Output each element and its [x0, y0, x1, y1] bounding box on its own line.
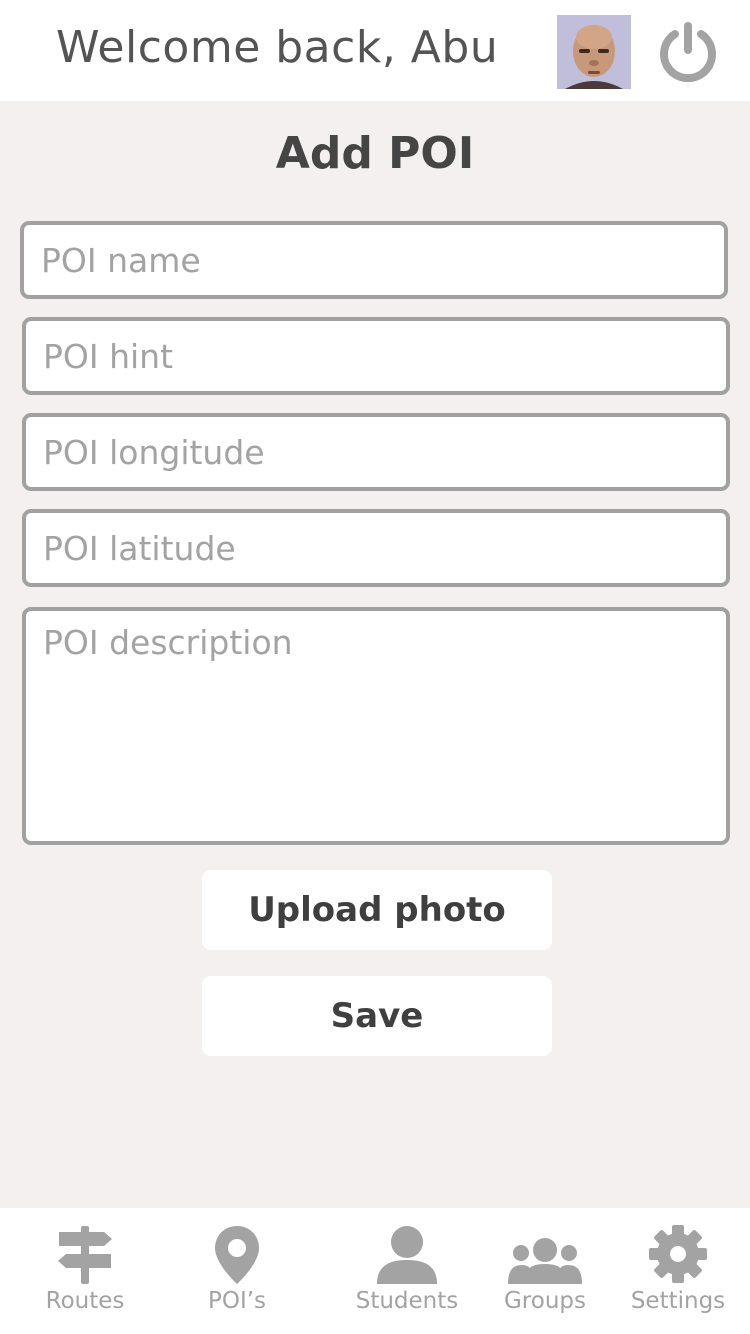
nav-label-routes: Routes — [45, 1288, 125, 1314]
group-icon — [507, 1238, 583, 1288]
nav-item-groups[interactable]: Groups — [490, 1208, 600, 1334]
page-title: Add POI — [275, 128, 475, 179]
welcome-message: Welcome back, Abu — [56, 22, 499, 73]
upload-photo-button[interactable]: Upload photo — [202, 870, 552, 950]
nav-item-pois[interactable]: POI’s — [182, 1208, 292, 1334]
person-icon — [375, 1224, 439, 1288]
map-pin-icon — [213, 1224, 261, 1290]
nav-label-settings: Settings — [630, 1288, 726, 1314]
bottom-nav: Routes POI’s Students Groups Settings — [0, 1208, 750, 1334]
nav-item-routes[interactable]: Routes — [30, 1208, 140, 1334]
header-bar: Welcome back, Abu — [0, 0, 750, 101]
nav-item-students[interactable]: Students — [352, 1208, 462, 1334]
power-icon[interactable] — [656, 20, 720, 84]
nav-label-students: Students — [355, 1288, 459, 1314]
avatar[interactable] — [557, 15, 631, 89]
poi-latitude-input[interactable] — [22, 509, 730, 587]
signpost-icon — [56, 1224, 114, 1288]
nav-item-settings[interactable]: Settings — [626, 1208, 730, 1334]
save-button[interactable]: Save — [202, 976, 552, 1056]
nav-label-groups: Groups — [503, 1288, 586, 1314]
nav-label-pois: POI’s — [207, 1288, 267, 1314]
poi-name-input[interactable] — [20, 221, 728, 299]
poi-longitude-input[interactable] — [22, 413, 730, 491]
gear-icon — [648, 1224, 708, 1288]
poi-description-input[interactable] — [22, 607, 730, 845]
poi-hint-input[interactable] — [22, 317, 730, 395]
